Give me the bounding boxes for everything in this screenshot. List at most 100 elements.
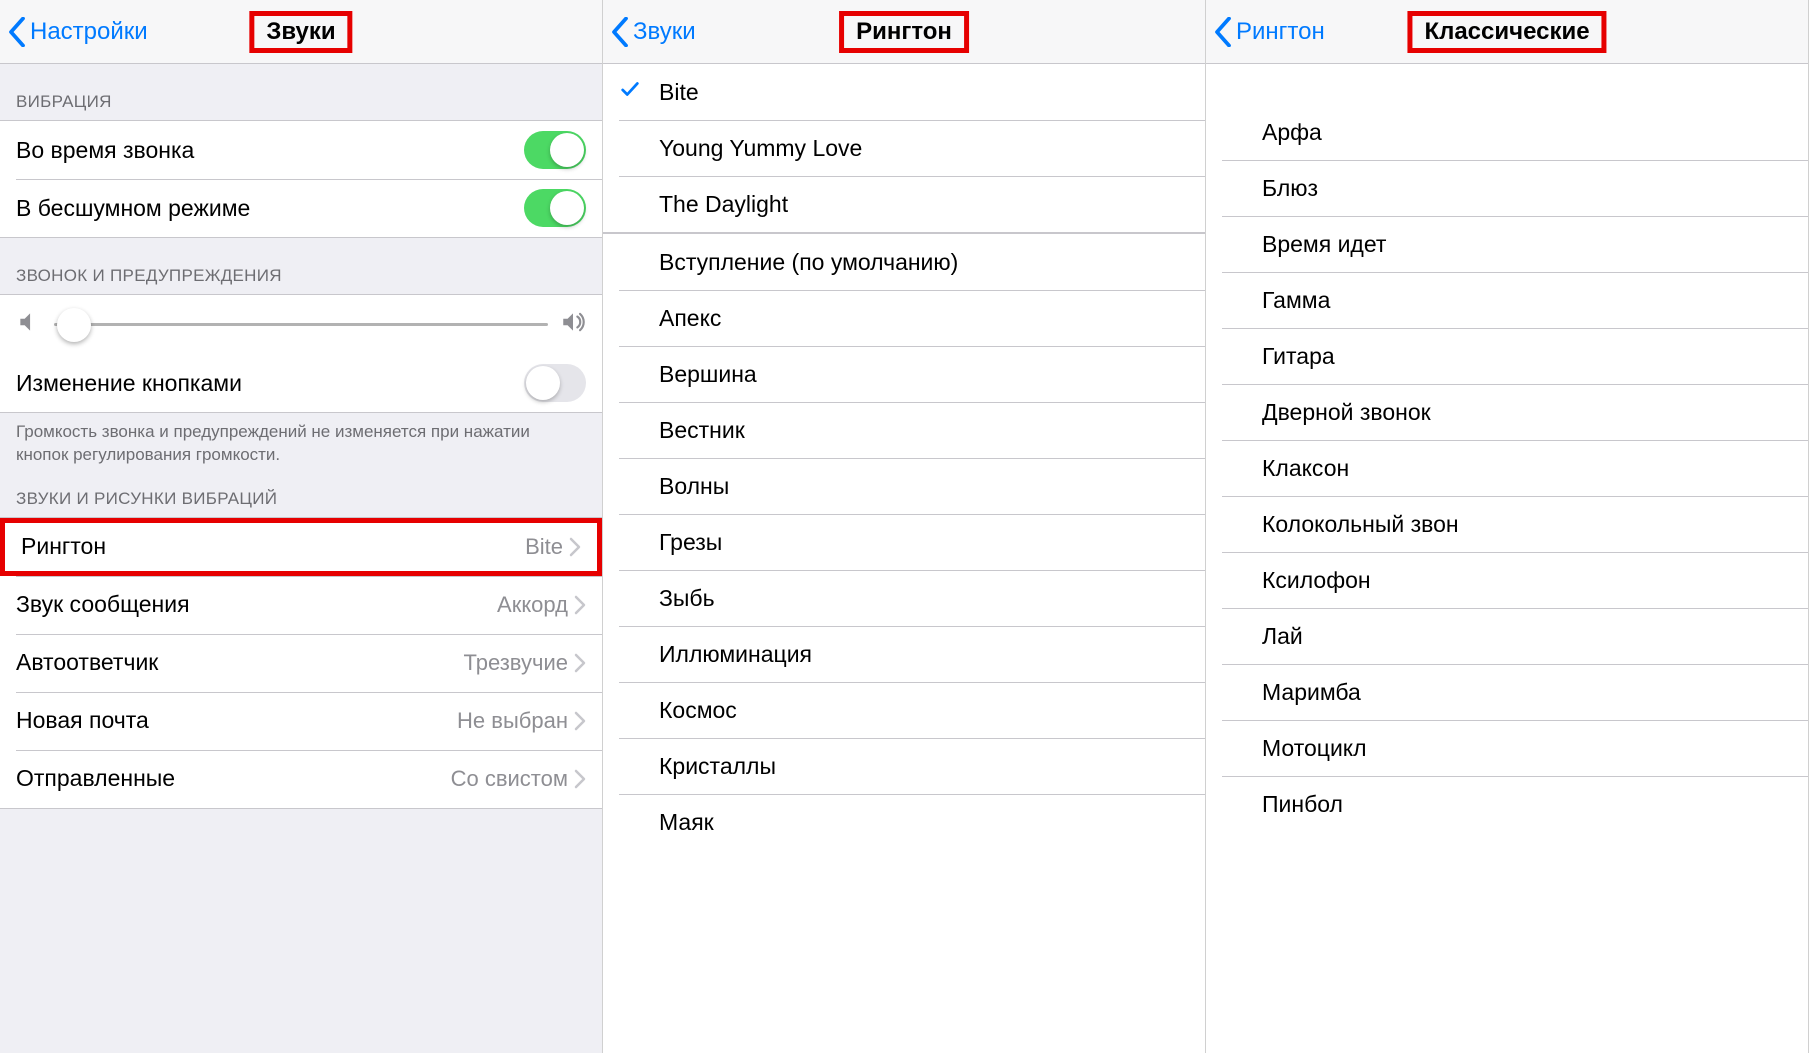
chevron-right-icon xyxy=(574,653,586,673)
back-button[interactable]: Рингтон xyxy=(1214,17,1325,47)
row-label: В бесшумном режиме xyxy=(16,195,524,222)
row-sound-setting[interactable]: РингтонBite xyxy=(0,518,602,576)
classic-item[interactable]: Маримба xyxy=(1206,664,1808,720)
classic-item[interactable]: Гитара xyxy=(1206,328,1808,384)
classic-item[interactable]: Колокольный звон xyxy=(1206,496,1808,552)
row-label: Рингтон xyxy=(21,533,525,560)
classic-item[interactable]: Мотоцикл xyxy=(1206,720,1808,776)
screen-classic: Рингтон Классические Арфа Блюз Время идет Г… xyxy=(1206,0,1809,1053)
classic-item[interactable]: Дверной звонок xyxy=(1206,384,1808,440)
classic-list[interactable]: Арфа Блюз Время идет ГаммаГитара Дверной зво… xyxy=(1206,64,1808,1053)
classic-item[interactable]: Пинбол xyxy=(1206,776,1808,832)
section-header-ringer: ЗВОНОК И ПРЕДУПРЕЖДЕНИЯ xyxy=(0,238,602,294)
page-title: Классические xyxy=(1407,11,1606,53)
back-label: Рингтон xyxy=(1236,18,1325,46)
switch-vibrate-on-silent[interactable] xyxy=(524,189,586,227)
slider-thumb[interactable] xyxy=(57,308,91,342)
row-value: Аккорд xyxy=(497,592,568,618)
volume-low-icon xyxy=(16,309,42,340)
classic-label: Колокольный звон xyxy=(1262,511,1792,538)
row-value: Со свистом xyxy=(451,766,568,792)
row-vibrate-on-ring[interactable]: Во время звонка xyxy=(0,121,602,179)
ringtone-item[interactable]: Апекс xyxy=(603,290,1205,346)
classic-item[interactable]: Клаксон xyxy=(1206,440,1808,496)
classic-label: Клаксон xyxy=(1262,455,1792,482)
row-label: Автоответчик xyxy=(16,649,464,676)
classic-label: Дверной звонок xyxy=(1262,399,1792,426)
ringtone-item[interactable]: Волны xyxy=(603,458,1205,514)
row-change-with-buttons[interactable]: Изменение кнопками xyxy=(0,354,602,412)
row-volume-slider[interactable] xyxy=(0,295,602,354)
ringtone-label: Космос xyxy=(659,697,1189,724)
ringtone-item[interactable]: The Daylight xyxy=(603,176,1205,232)
ringtone-label: Bite xyxy=(659,79,1189,106)
classic-item[interactable]: Время идет xyxy=(1206,216,1808,272)
content-scroll[interactable]: ВИБРАЦИЯ Во время звонка В бесшумном реж… xyxy=(0,64,602,1053)
ringtone-item[interactable]: Вестник xyxy=(603,402,1205,458)
row-sound-setting[interactable]: АвтоответчикТрезвучие xyxy=(0,634,602,692)
classic-label: Время идет xyxy=(1262,231,1792,258)
back-button[interactable]: Звуки xyxy=(611,17,696,47)
volume-slider[interactable] xyxy=(54,323,548,326)
ringtone-list[interactable]: Bite Young Yummy Love The DaylightВступлен… xyxy=(603,64,1205,1053)
classic-label: Мотоцикл xyxy=(1262,735,1792,762)
ringtone-item[interactable]: Иллюминация xyxy=(603,626,1205,682)
ringtone-item[interactable]: Космос xyxy=(603,682,1205,738)
classic-item[interactable]: Арфа xyxy=(1206,104,1808,160)
ringtone-item[interactable]: Маяк xyxy=(603,794,1205,850)
ringtone-label: Зыбь xyxy=(659,585,1189,612)
ringtone-item[interactable]: Bite xyxy=(603,64,1205,120)
classic-item[interactable]: Гамма xyxy=(1206,272,1808,328)
navbar: Настройки Звуки xyxy=(0,0,602,64)
ringtone-label: Кристаллы xyxy=(659,753,1189,780)
classic-item[interactable]: Лай xyxy=(1206,608,1808,664)
chevron-left-icon xyxy=(611,17,629,47)
classic-label: Маримба xyxy=(1262,679,1792,706)
row-sound-setting[interactable]: ОтправленныеСо свистом xyxy=(0,750,602,808)
ringtone-label: Маяк xyxy=(659,809,1189,836)
ringtone-item[interactable]: Грезы xyxy=(603,514,1205,570)
group-vibration: Во время звонка В бесшумном режиме xyxy=(0,120,602,238)
ringtone-item[interactable]: Young Yummy Love xyxy=(603,120,1205,176)
screen-ringtone: Звуки Рингтон Bite Young Yummy Love The Da… xyxy=(603,0,1206,1053)
group-sounds: РингтонBiteЗвук сообщенияАккордАвтоответ… xyxy=(0,517,602,809)
switch-knob xyxy=(526,366,560,400)
row-vibrate-on-silent[interactable]: В бесшумном режиме xyxy=(0,179,602,237)
section-header-vibration: ВИБРАЦИЯ xyxy=(0,64,602,120)
classic-label: Пинбол xyxy=(1262,791,1792,818)
switch-knob xyxy=(550,191,584,225)
section-footer-ringer: Громкость звонка и предупреждений не изм… xyxy=(0,413,602,471)
ringtone-label: Апекс xyxy=(659,305,1189,332)
ringtone-item[interactable]: Зыбь xyxy=(603,570,1205,626)
ringtone-item[interactable]: Вершина xyxy=(603,346,1205,402)
volume-high-icon xyxy=(560,309,586,340)
row-label: Во время звонка xyxy=(16,137,524,164)
back-button[interactable]: Настройки xyxy=(8,17,148,47)
chevron-right-icon xyxy=(574,595,586,615)
row-label: Отправленные xyxy=(16,765,451,792)
ringtone-label: Иллюминация xyxy=(659,641,1189,668)
row-value: Bite xyxy=(525,534,563,560)
classic-label: Ксилофон xyxy=(1262,567,1792,594)
navbar: Звуки Рингтон xyxy=(603,0,1205,64)
switch-vibrate-on-ring[interactable] xyxy=(524,131,586,169)
ringtone-label: Волны xyxy=(659,473,1189,500)
back-label: Звуки xyxy=(633,18,696,46)
chevron-left-icon xyxy=(1214,17,1232,47)
page-title: Рингтон xyxy=(839,11,969,53)
classic-item[interactable]: Блюз xyxy=(1206,160,1808,216)
row-label: Новая почта xyxy=(16,707,457,734)
switch-knob xyxy=(550,133,584,167)
row-sound-setting[interactable]: Новая почтаНе выбран xyxy=(0,692,602,750)
switch-change-with-buttons[interactable] xyxy=(524,364,586,402)
row-value: Трезвучие xyxy=(464,650,568,676)
row-sound-setting[interactable]: Звук сообщенияАккорд xyxy=(0,576,602,634)
page-title: Звуки xyxy=(249,11,352,53)
ringtone-item[interactable]: Вступление (по умолчанию) xyxy=(603,234,1205,290)
ringtone-label: Young Yummy Love xyxy=(659,135,1189,162)
ringtone-item[interactable]: Кристаллы xyxy=(603,738,1205,794)
chevron-right-icon xyxy=(574,711,586,731)
classic-label: Арфа xyxy=(1262,119,1792,146)
classic-item[interactable]: Ксилофон xyxy=(1206,552,1808,608)
section-header-sounds: ЗВУКИ И РИСУНКИ ВИБРАЦИЙ xyxy=(0,471,602,517)
